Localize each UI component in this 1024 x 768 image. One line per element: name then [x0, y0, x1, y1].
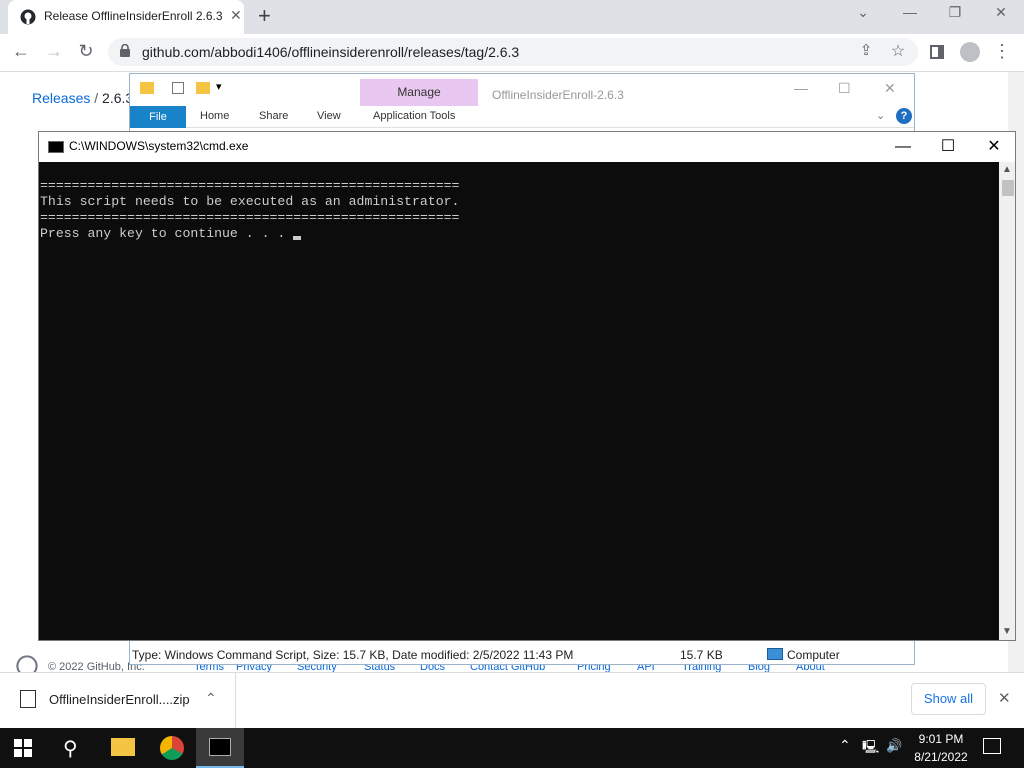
cmd-title: C:\WINDOWS\system32\cmd.exe [69, 139, 249, 153]
cmd-close-button[interactable]: ✕ [971, 136, 1017, 158]
share-icon[interactable]: ⇪ [855, 41, 877, 59]
browser-tab[interactable]: Release OfflineInsiderEnroll 2.6.3 ✕ [8, 0, 244, 34]
quick-access-dropdown-icon[interactable]: ▾ [216, 80, 222, 93]
reload-button[interactable]: ↻ [75, 41, 97, 62]
ribbon-tab-application-tools[interactable]: Application Tools [373, 110, 455, 122]
manage-context-tab[interactable]: Manage [360, 79, 478, 106]
close-window-button[interactable]: ✕ [989, 4, 1013, 21]
windows-start-icon[interactable] [14, 739, 32, 757]
action-center-icon[interactable] [983, 738, 1001, 754]
restore-button[interactable]: ❐ [943, 4, 967, 21]
clock-time: 9:01 PM [918, 732, 964, 746]
chrome-icon[interactable] [160, 736, 184, 760]
cmd-title-bar[interactable]: C:\WINDOWS\system32\cmd.exe — ☐ ✕ [39, 132, 1015, 162]
back-button[interactable]: ← [10, 41, 32, 62]
ribbon-expand-icon[interactable]: ⌄ [876, 109, 885, 122]
cmd-maximize-button[interactable]: ☐ [925, 136, 971, 158]
clock[interactable]: 9:01 PM 8/21/2022 [906, 730, 976, 766]
zip-file-icon [20, 690, 36, 708]
new-folder-icon[interactable] [196, 82, 210, 94]
properties-icon[interactable] [172, 82, 184, 94]
console-line: Press any key to continue . . . [40, 226, 294, 241]
close-downloads-icon[interactable]: ✕ [998, 689, 1011, 707]
explorer-close-button[interactable]: ✕ [884, 80, 896, 97]
console-line: ========================================… [40, 210, 460, 225]
minimize-button[interactable]: — [898, 4, 922, 20]
lock-icon [120, 44, 130, 57]
ribbon-tab-share[interactable]: Share [259, 110, 288, 122]
ribbon-tab-view[interactable]: View [317, 110, 341, 122]
bookmark-star-icon[interactable]: ☆ [887, 41, 909, 61]
search-icon[interactable]: ⚲ [63, 736, 78, 761]
console-prompt-line: Press any key to continue . . . [40, 226, 999, 242]
console-line: ========================================… [40, 178, 460, 193]
cmd-scrollbar-thumb[interactable] [1002, 180, 1014, 196]
tray-chevron-icon[interactable]: ⌃ [839, 737, 851, 754]
ribbon-tab-home[interactable]: Home [200, 110, 229, 122]
cmd-scrollbar[interactable] [999, 162, 1015, 640]
status-bar: Type: Windows Command Script, Size: 15.7… [130, 646, 914, 664]
file-explorer-icon[interactable] [111, 738, 135, 756]
download-filename[interactable]: OfflineInsiderEnroll....zip [49, 692, 190, 707]
menu-kebab-icon[interactable]: ⋮ [991, 41, 1013, 62]
cmd-taskbar-icon [209, 738, 231, 756]
cmd-icon [48, 141, 64, 153]
show-all-button[interactable]: Show all [911, 683, 986, 715]
github-icon [20, 9, 36, 25]
url-text[interactable]: github.com/abbodi1406/offlineinsiderenro… [142, 44, 519, 60]
scroll-down-icon[interactable]: ▼ [1002, 626, 1012, 637]
tab-search-icon[interactable]: ⌄ [851, 4, 875, 21]
volume-icon[interactable]: 🔊 [886, 738, 902, 754]
tab-title: Release OfflineInsiderEnroll 2.6.3 [44, 9, 222, 23]
computer-icon [767, 648, 783, 660]
side-panel-icon[interactable] [930, 45, 944, 59]
breadcrumb-releases-link[interactable]: Releases [32, 90, 90, 106]
help-icon[interactable]: ? [896, 108, 912, 124]
ribbon-tab-file[interactable]: File [130, 106, 186, 128]
profile-avatar[interactable] [960, 42, 980, 62]
close-tab-icon[interactable]: ✕ [230, 7, 242, 24]
explorer-title: OfflineInsiderEnroll-2.6.3 [492, 88, 624, 102]
breadcrumb-separator: / [94, 90, 99, 106]
ribbon-tabs [130, 106, 914, 128]
network-icon[interactable]: 🖳 [862, 738, 879, 760]
new-tab-button[interactable]: + [258, 3, 271, 29]
status-file-info: Type: Windows Command Script, Size: 15.7… [132, 648, 574, 662]
clock-date: 8/21/2022 [914, 750, 968, 764]
cmd-window[interactable]: C:\WINDOWS\system32\cmd.exe — ☐ ✕ ======… [38, 131, 1016, 641]
console-line: This script needs to be executed as an a… [40, 194, 460, 209]
breadcrumb: Releases / 2.6.3 [32, 90, 133, 106]
folder-icon [140, 82, 154, 94]
explorer-minimize-button[interactable]: — [794, 80, 808, 96]
console-cursor [293, 236, 302, 240]
status-location: Computer [787, 648, 840, 662]
explorer-maximize-button[interactable]: ☐ [838, 80, 851, 97]
chevron-up-icon[interactable]: ⌃ [205, 690, 217, 707]
cmd-minimize-button[interactable]: — [880, 136, 926, 158]
status-size: 15.7 KB [680, 648, 723, 662]
cmd-console[interactable]: ========================================… [39, 162, 999, 640]
forward-button[interactable]: → [43, 41, 65, 62]
scroll-up-icon[interactable]: ▲ [1002, 164, 1012, 175]
